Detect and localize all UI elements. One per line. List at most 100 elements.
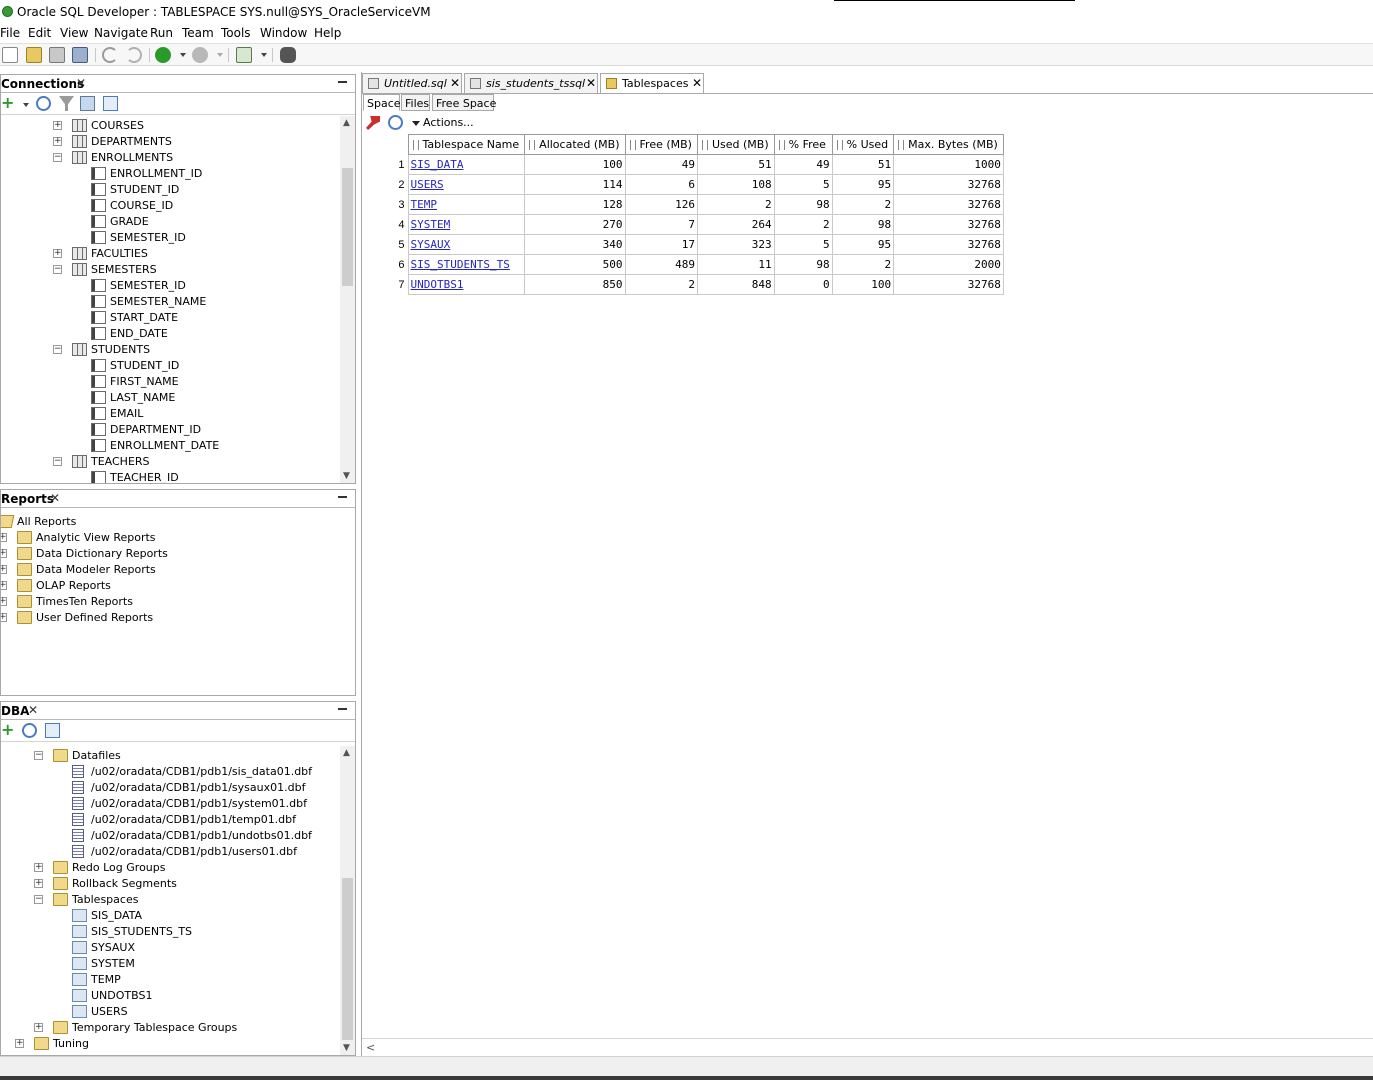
add-connection-icon[interactable]: + bbox=[1, 93, 16, 112]
tree-node-u02-oradata-cdb1-pdb1-sis-data01-dbf[interactable]: /u02/oradata/CDB1/pdb1/sis_data01.dbf bbox=[1, 764, 339, 780]
menu-file[interactable]: File bbox=[0, 26, 20, 40]
grid-cell[interactable]: 32768 bbox=[893, 234, 1004, 255]
scroll-up-icon[interactable]: ▲ bbox=[343, 118, 350, 128]
grid-cell[interactable]: 500 bbox=[524, 254, 626, 275]
tree-node-teachers[interactable]: − TEACHERS bbox=[1, 454, 339, 470]
subtab-files[interactable]: Files bbox=[401, 94, 430, 111]
run-dropdown-icon[interactable] bbox=[180, 53, 186, 57]
close-icon[interactable]: ✕ bbox=[76, 76, 86, 90]
grid-cell[interactable]: 2 bbox=[624, 274, 698, 295]
grid-cell[interactable]: 98 bbox=[773, 194, 833, 215]
menu-team[interactable]: Team bbox=[182, 26, 214, 40]
add-dropdown-icon[interactable] bbox=[23, 103, 29, 107]
expand-icon[interactable]: + bbox=[1, 533, 7, 542]
filter-icon[interactable] bbox=[59, 96, 74, 111]
collapse-icon[interactable]: − bbox=[53, 457, 62, 466]
tree-node-tuning[interactable]: + Tuning bbox=[1, 1036, 339, 1052]
collapse-all-icon[interactable] bbox=[103, 96, 118, 111]
tab-sis-students-tssql[interactable]: sis_students_tssql ✕ bbox=[464, 73, 598, 93]
binoculars-icon[interactable] bbox=[280, 47, 296, 63]
tree-node-undotbs1[interactable]: UNDOTBS1 bbox=[1, 988, 339, 1004]
tree-node-enrollments[interactable]: − ENROLLMENTS bbox=[1, 150, 339, 166]
tree-node-rollback-segments[interactable]: + Rollback Segments bbox=[1, 876, 339, 892]
minimize-icon[interactable] bbox=[338, 496, 347, 498]
grid-cell[interactable]: 51 bbox=[831, 154, 895, 175]
tree-node-data-modeler-reports[interactable]: + Data Modeler Reports bbox=[1, 562, 355, 578]
tree-node-system[interactable]: SYSTEM bbox=[1, 956, 339, 972]
add-connection-icon[interactable]: + bbox=[1, 720, 16, 739]
menu-help[interactable]: Help bbox=[314, 26, 341, 40]
expand-icon[interactable]: + bbox=[1, 565, 7, 574]
tree-node-course-id[interactable]: COURSE_ID bbox=[1, 198, 339, 214]
menu-view[interactable]: View bbox=[60, 26, 88, 40]
grid-cell[interactable]: 95 bbox=[831, 234, 895, 255]
close-icon[interactable]: ✕ bbox=[28, 703, 38, 717]
grid-cell[interactable]: 128 bbox=[524, 194, 626, 215]
pin-icon[interactable] bbox=[366, 116, 380, 130]
tree-node-u02-oradata-cdb1-pdb1-temp01-dbf[interactable]: /u02/oradata/CDB1/pdb1/temp01.dbf bbox=[1, 812, 339, 828]
tree-node-faculties[interactable]: + FACULTIES bbox=[1, 246, 339, 262]
tree-node-u02-oradata-cdb1-pdb1-system01-dbf[interactable]: /u02/oradata/CDB1/pdb1/system01.dbf bbox=[1, 796, 339, 812]
tree-node-data-dictionary-reports[interactable]: + Data Dictionary Reports bbox=[1, 546, 355, 562]
menu-run[interactable]: Run bbox=[150, 26, 173, 40]
undo-icon[interactable] bbox=[102, 47, 118, 63]
connections-scrollbar[interactable]: ▲ ▼ bbox=[340, 116, 355, 483]
tablespace-name-link[interactable]: SYSTEM bbox=[407, 214, 526, 235]
sort-icon[interactable] bbox=[529, 140, 536, 150]
refresh-icon[interactable] bbox=[22, 723, 37, 738]
sql-worksheet-icon[interactable] bbox=[236, 47, 252, 63]
grid-cell[interactable]: 108 bbox=[696, 174, 775, 195]
column-header-tablespace-name[interactable]: Tablespace Name bbox=[407, 134, 526, 155]
column-header-max-bytes-mb[interactable]: Max. Bytes (MB) bbox=[893, 134, 1004, 155]
collapse-all-icon[interactable] bbox=[45, 723, 60, 738]
grid-cell[interactable]: 323 bbox=[696, 234, 775, 255]
menu-navigate[interactable]: Navigate bbox=[94, 26, 148, 40]
tablespace-name-link[interactable]: SIS_STUDENTS_TS bbox=[407, 254, 526, 275]
grid-cell[interactable]: 489 bbox=[624, 254, 698, 275]
table-row[interactable]: 5 SYSAUX 340 17 323 5 95 32768 bbox=[362, 234, 1004, 255]
grid-cell[interactable]: 848 bbox=[696, 274, 775, 295]
table-row[interactable]: 4 SYSTEM 270 7 264 2 98 32768 bbox=[362, 214, 1004, 235]
grid-cell[interactable]: 2 bbox=[831, 194, 895, 215]
tree-node-start-date[interactable]: START_DATE bbox=[1, 310, 339, 326]
tree-node-temporary-tablespace-groups[interactable]: + Temporary Tablespace Groups bbox=[1, 1020, 339, 1036]
table-row[interactable]: 6 SIS_STUDENTS_TS 500 489 11 98 2 2000 bbox=[362, 254, 1004, 275]
close-icon[interactable]: ✕ bbox=[50, 491, 60, 505]
tree-node-semester-id[interactable]: SEMESTER_ID bbox=[1, 278, 339, 294]
grid-cell[interactable]: 49 bbox=[773, 154, 833, 175]
sort-icon[interactable] bbox=[778, 140, 785, 150]
grid-cell[interactable]: 126 bbox=[624, 194, 698, 215]
menu-window[interactable]: Window bbox=[260, 26, 307, 40]
run-icon[interactable] bbox=[155, 47, 171, 63]
grid-cell[interactable]: 5 bbox=[773, 234, 833, 255]
scroll-up-icon[interactable]: ▲ bbox=[343, 748, 350, 758]
refresh-icon[interactable] bbox=[388, 115, 403, 130]
tree-node-enrollment-id[interactable]: ENROLLMENT_ID bbox=[1, 166, 339, 182]
tree-node-timesten-reports[interactable]: + TimesTen Reports bbox=[1, 594, 355, 610]
tree-node-datafiles[interactable]: − Datafiles bbox=[1, 748, 339, 764]
grid-cell[interactable]: 2 bbox=[696, 194, 775, 215]
tree-node-u02-oradata-cdb1-pdb1-undotbs01-dbf[interactable]: /u02/oradata/CDB1/pdb1/undotbs01.dbf bbox=[1, 828, 339, 844]
subtab-space[interactable]: Space bbox=[363, 94, 401, 111]
sort-icon[interactable] bbox=[412, 140, 419, 150]
grid-cell[interactable]: 850 bbox=[524, 274, 626, 295]
grid-cell[interactable]: 32768 bbox=[893, 274, 1004, 295]
collapse-icon[interactable]: − bbox=[53, 153, 62, 162]
scroll-down-icon[interactable]: ▼ bbox=[343, 1043, 350, 1053]
grid-cell[interactable]: 114 bbox=[524, 174, 626, 195]
tablespace-name-link[interactable]: UNDOTBS1 bbox=[407, 274, 526, 295]
tree-node-enrollment-date[interactable]: ENROLLMENT_DATE bbox=[1, 438, 339, 454]
expand-icon[interactable]: + bbox=[1, 597, 7, 606]
tree-node-sysaux[interactable]: SYSAUX bbox=[1, 940, 339, 956]
tab-tablespaces[interactable]: Tablespaces ✕ bbox=[600, 73, 704, 94]
column-header-used-mb[interactable]: Used (MB) bbox=[696, 134, 775, 155]
grid-cell[interactable]: 32768 bbox=[893, 214, 1004, 235]
column-header-free[interactable]: % Free bbox=[773, 134, 833, 155]
tree-node-analytic-view-reports[interactable]: + Analytic View Reports bbox=[1, 530, 355, 546]
column-header-used[interactable]: % Used bbox=[831, 134, 895, 155]
scroll-thumb[interactable] bbox=[342, 878, 353, 1040]
table-row[interactable]: 1 SIS_DATA 100 49 51 49 51 1000 bbox=[362, 154, 1004, 175]
sort-icon[interactable] bbox=[898, 140, 905, 150]
close-icon[interactable]: ✕ bbox=[586, 76, 596, 90]
grid-cell[interactable]: 5 bbox=[773, 174, 833, 195]
